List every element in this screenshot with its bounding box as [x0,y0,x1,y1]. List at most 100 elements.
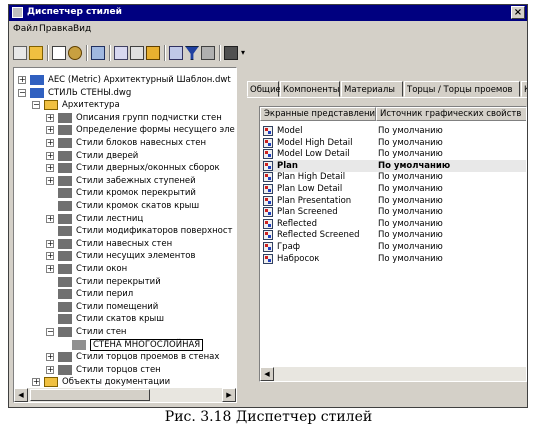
filter-icon[interactable] [185,46,199,60]
tree-item[interactable]: Стили кромок перекрытий [14,187,236,199]
expand-icon[interactable]: + [46,252,54,261]
style-icon [58,264,72,274]
tree-item-label: Стили модификаторов поверхност [76,226,233,237]
tab-materials[interactable]: Материалы [341,81,403,97]
expand-icon[interactable]: + [18,76,26,84]
scroll-right-button[interactable]: ▶ [222,388,236,402]
tree-item[interactable]: + Стили дверных/оконных сборок [14,162,236,174]
collapse-icon[interactable]: − [32,101,40,110]
open-folder-icon[interactable] [29,46,43,60]
list-item[interactable]: Reflected Screened По умолчанию [260,229,526,241]
expand-icon[interactable]: + [46,214,54,223]
expand-icon[interactable]: + [46,176,54,185]
tree-item[interactable]: Стили кромок скатов крыш [14,200,236,212]
tab-strip: Общие Компоненты Материалы Торцы / Торцы… [247,81,527,97]
display-icon[interactable] [224,46,238,60]
display-rep-icon [263,172,273,183]
tree-item[interactable]: + Стили забежных ступеней [14,175,236,187]
tree-item[interactable]: Стили скатов крыш [14,313,236,325]
display-rep-source: По умолчанию [378,242,443,252]
list-item[interactable]: Plan Presentation По умолчанию [260,195,526,207]
tree-item[interactable]: + Определение формы несущего эле [14,124,236,136]
style-icon [58,289,72,300]
expand-icon[interactable]: + [32,378,40,387]
display-rep-icon [263,218,273,229]
list-item[interactable]: Граф По умолчанию [260,241,526,253]
expand-icon[interactable]: + [46,139,54,147]
expand-icon[interactable]: + [46,164,54,173]
tree-horizontal-scrollbar[interactable]: ◀ ▶ [14,388,236,402]
expand-icon[interactable]: + [46,239,54,248]
tree-item[interactable]: − СТИЛЬ СТЕНЫ.dwg [14,87,236,99]
list-item[interactable]: Plan Screened По умолчанию [260,206,526,218]
menu-edit[interactable]: Правка [39,24,73,34]
expand-icon[interactable]: + [46,151,54,160]
tree-item[interactable]: + Стили блоков навесных стен [14,137,236,149]
tree-item-label: Стили несущих элементов [76,251,196,262]
tab-more[interactable]: К [521,81,527,97]
tree-item[interactable]: Стили перекрытий [14,276,236,288]
purge-icon[interactable] [114,46,128,60]
tab-general[interactable]: Общие [247,81,281,97]
collapse-icon[interactable]: − [18,88,26,97]
list-item[interactable]: Plan По умолчанию [260,159,526,172]
column-header-display-rep[interactable]: Экранные представления [260,107,380,121]
open-icon[interactable] [13,46,27,60]
list-item[interactable]: Plan Low Detail По умолчанию [260,183,526,195]
tab-endcaps[interactable]: Торцы / Торцы проемов [404,81,520,97]
paste-icon[interactable] [68,46,82,60]
tree-item[interactable]: + Стили торцов стен [14,364,236,376]
list-item[interactable]: Model По умолчанию [260,125,526,137]
expand-icon[interactable]: + [46,353,54,362]
tree-item[interactable]: + Стили навесных стен [14,238,236,250]
list-item[interactable]: Model Low Detail По умолчанию [260,148,526,160]
tree-item-label: Стили забежных ступеней [76,175,196,186]
sort-icon[interactable] [169,46,183,60]
expand-icon[interactable]: + [46,265,54,273]
edit-icon[interactable] [130,46,144,60]
expand-icon[interactable]: + [46,126,54,135]
tree-item[interactable]: + Стили окон [14,263,236,275]
scroll-left-button[interactable]: ◀ [14,388,28,402]
display-rep-name: Reflected [277,218,317,229]
tree-item[interactable]: − Архитектура [14,99,236,111]
scroll-left-button[interactable]: ◀ [260,367,274,381]
toggle-icon[interactable] [201,46,215,60]
copy-icon[interactable] [52,46,66,60]
tree-item[interactable]: СТЕНА МНОГОСЛОЙНАЯ [14,338,236,351]
tree-item[interactable]: + Объекты документации [14,376,236,388]
title-bar[interactable]: Диспетчер стилей × [9,5,527,21]
list-item[interactable]: Reflected По умолчанию [260,218,526,230]
list-item[interactable]: Model High Detail По умолчанию [260,137,526,149]
tree-item[interactable]: Стили помещений [14,301,236,313]
display-rep-list[interactable]: Экранные представления Источник графичес… [259,106,527,382]
expand-icon[interactable]: + [46,365,54,374]
tree-item[interactable]: − Стили стен [14,326,236,338]
column-header-source[interactable]: Источник графических свойств [376,107,526,121]
tree-item[interactable]: Стили перил [14,288,236,300]
collapse-icon[interactable]: − [46,328,54,336]
close-button[interactable]: × [511,6,525,19]
tree-item[interactable]: + Стили дверей [14,150,236,162]
drawing-icon [30,75,44,85]
list-horizontal-scrollbar[interactable]: ◀ [260,367,526,381]
paint-icon[interactable] [146,46,160,60]
chevron-down-icon[interactable]: ▾ [241,46,249,60]
menu-file[interactable]: Файл [13,24,38,34]
folder-icon [44,377,58,388]
menu-view[interactable]: Вид [73,24,91,34]
tab-components[interactable]: Компоненты [280,81,340,97]
tree-item[interactable]: + Стили несущих элементов [14,250,236,262]
tree-item[interactable]: + Стили лестниц [14,213,236,225]
style-tree-pane[interactable]: + AEC (Metric) Архитектурный Шаблон.dwt − С… [13,67,237,403]
tree-scroll-thumb[interactable] [30,389,150,401]
list-item[interactable]: Набросок По умолчанию [260,253,526,265]
rename-field[interactable]: СТЕНА МНОГОСЛОЙНАЯ [90,338,204,351]
tree-item[interactable]: Стили модификаторов поверхност [14,225,236,237]
list-item[interactable]: Plan High Detail По умолчанию [260,171,526,183]
properties-icon[interactable] [91,46,105,60]
expand-icon[interactable]: + [46,113,54,122]
tree-item[interactable]: + AEC (Metric) Архитектурный Шаблон.dwt [14,74,236,86]
tree-item[interactable]: + Стили торцов проемов в стенах [14,351,236,363]
tree-item[interactable]: + Описания групп подчистки стен [14,112,236,124]
